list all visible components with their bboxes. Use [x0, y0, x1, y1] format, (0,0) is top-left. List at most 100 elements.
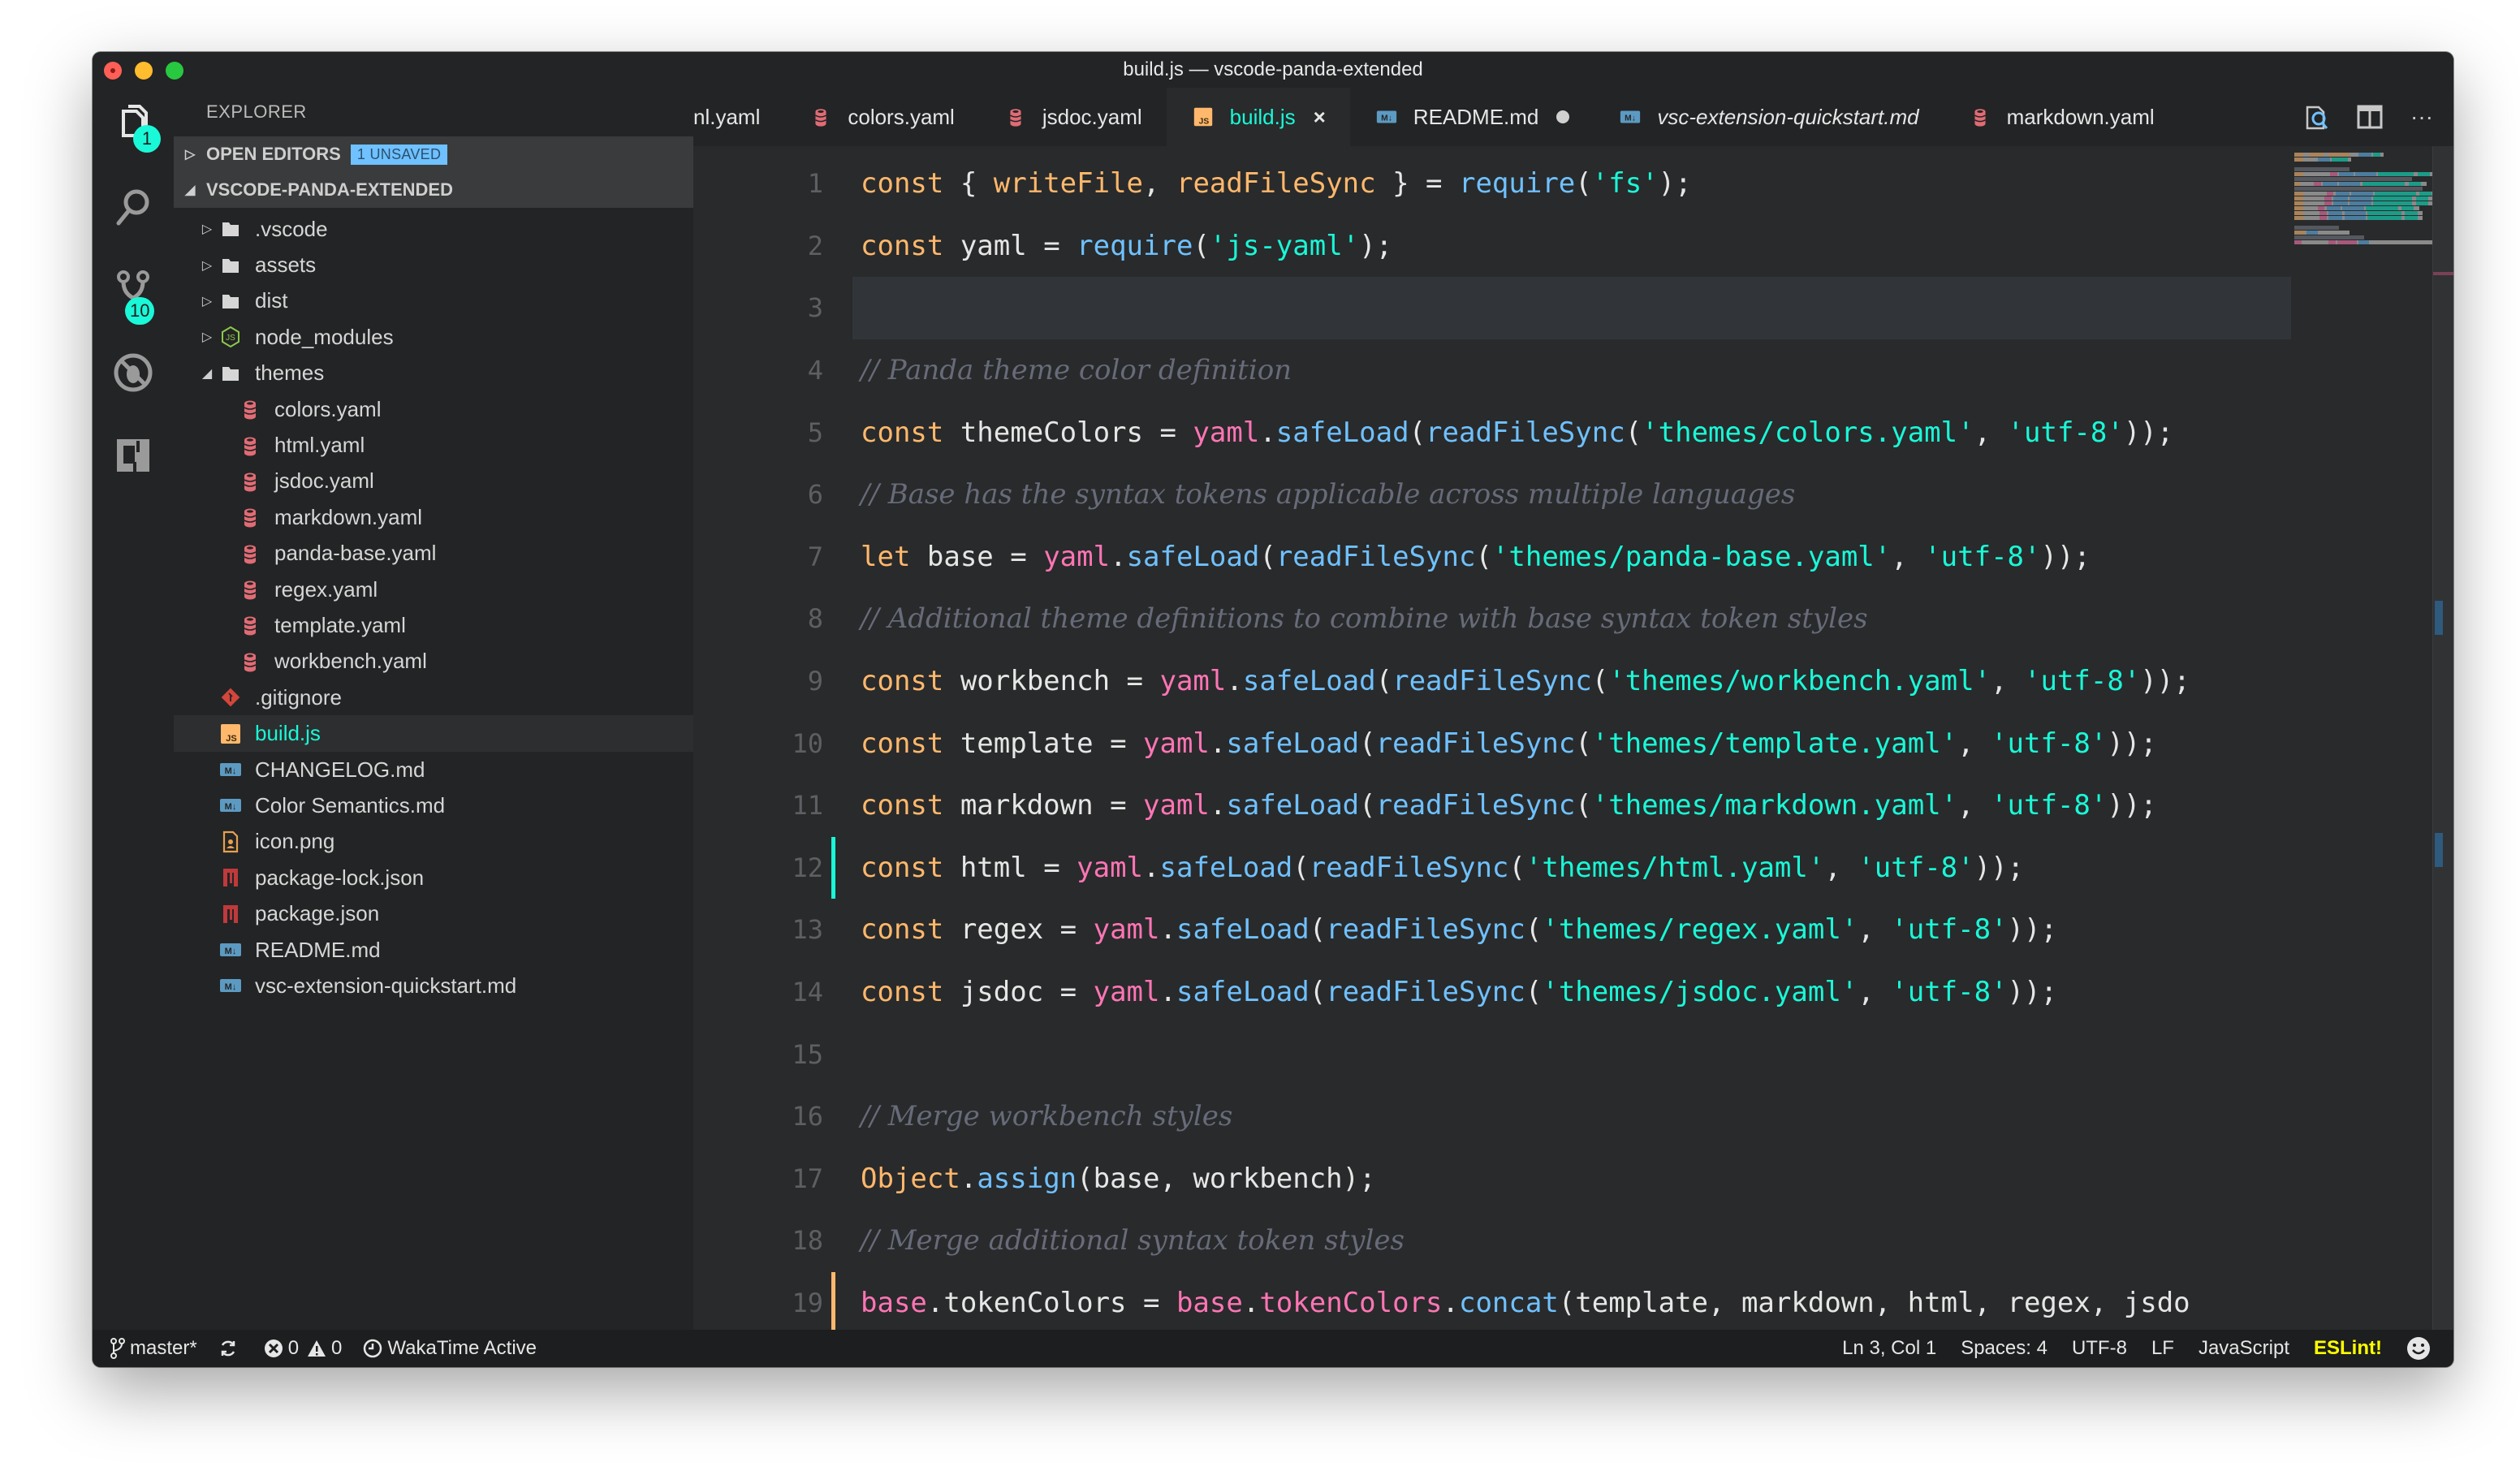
tree-file[interactable]: M↓ README.md — [174, 932, 693, 968]
activity-source-control[interactable]: 10 — [93, 253, 174, 326]
code-line[interactable]: 2 const yaml = require('js-yaml'); — [693, 215, 2291, 278]
cursor-position[interactable]: Ln 3, Col 1 — [1842, 1337, 1936, 1360]
file-icon-wrapper — [237, 433, 263, 459]
tree-file[interactable]: jsdoc.yaml — [174, 464, 693, 499]
eslint-status[interactable]: ESLint! — [2314, 1337, 2382, 1360]
code-token: yaml — [943, 229, 1044, 262]
tree-file[interactable]: M↓ Color Semantics.md — [174, 787, 693, 823]
activity-explorer[interactable]: 1 — [93, 88, 174, 161]
language-mode[interactable]: JavaScript — [2199, 1337, 2289, 1360]
tab-icon-wrapper — [1968, 105, 1992, 129]
code-token: html — [943, 851, 1044, 884]
line-number: 10 — [792, 727, 823, 759]
tree-file[interactable]: M↓ vsc-extension-quickstart.md — [174, 968, 693, 1003]
code-line[interactable]: 3 — [693, 277, 2291, 339]
code-line[interactable]: 15 — [693, 1023, 2291, 1085]
tree-folder[interactable]: ▷ dist — [174, 283, 693, 319]
close-window-button[interactable] — [104, 62, 122, 80]
editor-tab[interactable]: nl.yaml — [693, 88, 784, 146]
tree-file[interactable]: markdown.yaml — [174, 499, 693, 535]
tree-item-label: dist — [255, 288, 288, 313]
tab-icon-wrapper — [809, 105, 833, 129]
tree-file[interactable]: .gitignore — [174, 679, 693, 715]
code-line[interactable]: 5 const themeColors = yaml.safeLoad(readF… — [693, 401, 2291, 464]
code-line[interactable]: 16 // Merge workbench styles — [693, 1085, 2291, 1148]
code-content: let base = yaml.safeLoad(readFileSync('t… — [861, 541, 2091, 573]
open-editors-section[interactable]: ▷ OPEN EDITORS 1 UNSAVED — [174, 136, 693, 172]
tree-file[interactable]: icon.png — [174, 824, 693, 860]
code-line[interactable]: 8 // Additional theme definitions to comb… — [693, 588, 2291, 650]
code-line[interactable]: 1 const { writeFile, readFileSync } = req… — [693, 153, 2291, 215]
editor-tab[interactable]: M↓ vsc-extension-quickstart.md — [1594, 88, 1943, 146]
minimize-window-button[interactable] — [135, 62, 153, 80]
code-line[interactable]: 14 const jsdoc = yaml.safeLoad(readFileSy… — [693, 961, 2291, 1024]
minimap[interactable] — [2291, 146, 2437, 1330]
code-line[interactable]: 10 const template = yaml.safeLoad(readFil… — [693, 712, 2291, 774]
code-token: , — [1991, 665, 2024, 698]
code-token: safeLoad — [1242, 665, 1376, 698]
unsaved-dot-icon[interactable] — [1556, 110, 1570, 123]
git-branch[interactable]: master* — [110, 1337, 197, 1360]
code-line[interactable]: 6 // Base has the syntax tokens applicabl… — [693, 464, 2291, 526]
markdown-icon: M↓ — [220, 763, 241, 777]
code-line[interactable]: 9 const workbench = yaml.safeLoad(readFil… — [693, 650, 2291, 713]
split-editor-button[interactable] — [2353, 100, 2387, 134]
code-token: 'themes/colors.yaml' — [1642, 416, 1974, 449]
tree-folder[interactable]: ▷ .vscode — [174, 211, 693, 247]
tree-file[interactable]: html.yaml — [174, 427, 693, 463]
editor-tab[interactable]: markdown.yaml — [1944, 88, 2179, 146]
svg-text:JS: JS — [1198, 117, 1209, 126]
tree-folder[interactable]: ▷ assets — [174, 247, 693, 283]
end-of-line[interactable]: LF — [2151, 1337, 2174, 1360]
tree-file[interactable]: package.json — [174, 895, 693, 931]
tree-file[interactable]: M↓ CHANGELOG.md — [174, 752, 693, 787]
editor-tab[interactable]: JS build.js × — [1166, 88, 1350, 146]
code-token: ( — [1359, 789, 1376, 822]
code-token: (template, markdown, html, regex, jsdo — [1558, 1287, 2190, 1320]
code-token: , — [1957, 789, 1991, 822]
encoding[interactable]: UTF-8 — [2072, 1337, 2127, 1360]
code-line[interactable]: 12 const html = yaml.safeLoad(readFileSyn… — [693, 836, 2291, 899]
tree-file[interactable]: workbench.yaml — [174, 644, 693, 679]
close-tab-icon[interactable]: × — [1314, 105, 1326, 130]
code-line[interactable]: 4 // Panda theme color definition — [693, 339, 2291, 402]
tree-file[interactable]: panda-base.yaml — [174, 536, 693, 572]
sync-button[interactable] — [218, 1339, 243, 1358]
wakatime-status[interactable]: WakaTime Active — [363, 1337, 537, 1360]
indentation[interactable]: Spaces: 4 — [1961, 1337, 2048, 1360]
code-token: ( — [1625, 416, 1642, 449]
code-editor[interactable]: 1 const { writeFile, readFileSync } = req… — [693, 146, 2291, 1335]
tree-folder[interactable]: ▷ JS node_modules — [174, 319, 693, 355]
tree-file[interactable]: regex.yaml — [174, 572, 693, 607]
tree-file[interactable]: template.yaml — [174, 607, 693, 643]
more-actions-button[interactable]: ··· — [2405, 100, 2439, 134]
code-token: 'fs' — [1591, 167, 1659, 201]
code-line[interactable]: 13 const regex = yaml.safeLoad(readFileSy… — [693, 899, 2291, 961]
editor-tab[interactable]: M↓ README.md — [1350, 88, 1594, 146]
code-token: . — [1159, 913, 1176, 947]
activity-search[interactable] — [93, 170, 174, 244]
code-token: , — [1957, 727, 1991, 760]
feedback-button[interactable] — [2406, 1336, 2436, 1361]
tree-file[interactable]: colors.yaml — [174, 391, 693, 427]
code-line[interactable]: 7 let base = yaml.safeLoad(readFileSync('… — [693, 526, 2291, 589]
scroll-marker — [2435, 833, 2443, 867]
editor-tab[interactable]: colors.yaml — [784, 88, 978, 146]
open-preview-button[interactable] — [2301, 100, 2335, 134]
code-line[interactable]: 18 // Merge additional syntax token style… — [693, 1210, 2291, 1272]
project-section[interactable]: ◢ VSCODE-PANDA-EXTENDED — [174, 172, 693, 208]
editor-tab[interactable]: jsdoc.yaml — [979, 88, 1167, 146]
tree-file[interactable]: package-lock.json — [174, 860, 693, 895]
code-line[interactable]: 11 const markdown = yaml.safeLoad(readFil… — [693, 774, 2291, 837]
code-line[interactable]: 19 base.tokenColors = base.tokenColors.co… — [693, 1271, 2291, 1335]
maximize-window-button[interactable] — [166, 62, 183, 80]
file-icon-wrapper: M↓ — [218, 973, 244, 999]
tree-item-label: colors.yaml — [274, 396, 382, 421]
activity-debug[interactable] — [93, 336, 174, 409]
activity-extensions[interactable] — [93, 419, 174, 492]
tree-file[interactable]: JS build.js — [174, 715, 693, 752]
vertical-scrollbar[interactable] — [2432, 146, 2453, 1330]
problems-indicator[interactable]: 0 0 — [264, 1337, 342, 1360]
code-line[interactable]: 17 Object.assign(base, workbench); — [693, 1148, 2291, 1210]
tree-folder[interactable]: ◢ themes — [174, 356, 693, 391]
